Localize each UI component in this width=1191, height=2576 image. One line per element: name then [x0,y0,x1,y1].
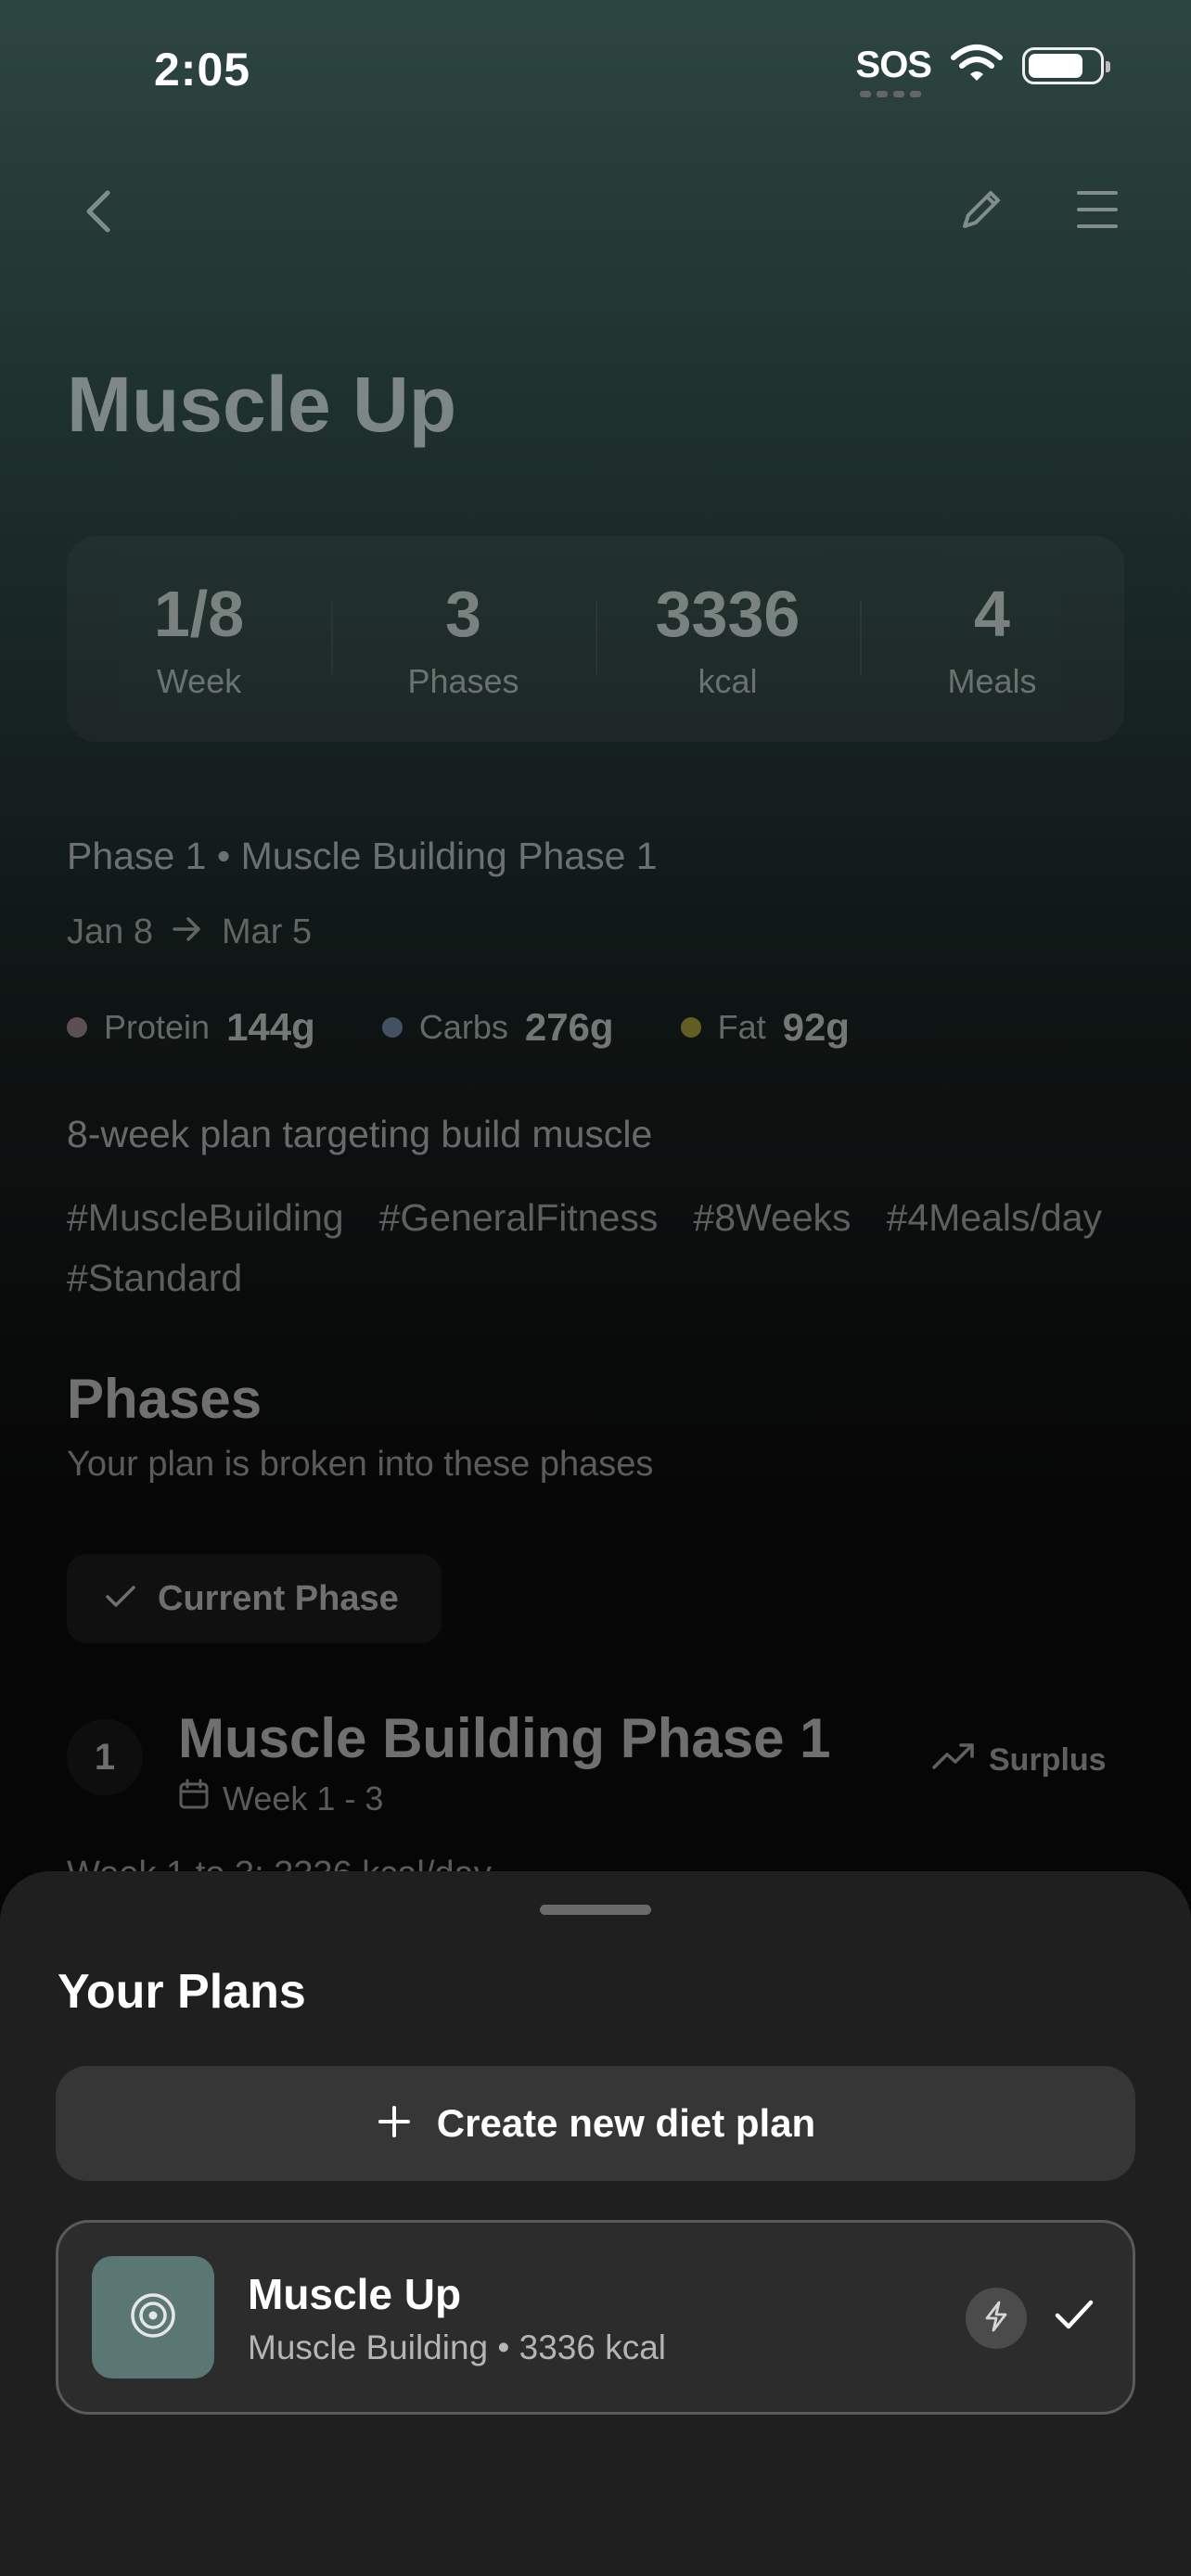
trending-up-icon [931,1741,976,1779]
plan-description: 8-week plan targeting build muscle [67,1113,653,1155]
target-icon [128,2290,178,2345]
activate-plan-button[interactable] [966,2288,1027,2349]
surplus-badge: Surplus [931,1741,1107,1779]
back-chevron-icon[interactable] [80,185,117,242]
stat-meals: 4 Meals [860,536,1124,742]
stat-value: 3 [445,578,481,650]
macro-label: Fat [717,1008,766,1046]
plan-card-subtitle: Muscle Building • 3336 kcal [248,2328,667,2366]
macro-value: 92g [782,1005,850,1049]
sheet-title: Your Plans [58,1965,306,2019]
plans-bottom-sheet: Your Plans Create new diet plan Muscle U… [0,1871,1191,2576]
start-date: Jan 8 [67,912,153,951]
phase-weeks: Week 1 - 3 [178,1779,383,1818]
create-plan-button[interactable]: Create new diet plan [56,2066,1135,2181]
surplus-label: Surplus [989,1742,1107,1778]
stat-label: Meals [947,662,1037,700]
macros-row: Protein 144g Carbs 276g Fat 92g [67,1005,850,1050]
plus-icon [376,2103,413,2145]
macro-fat: Fat 92g [680,1005,850,1050]
stats-card: 1/8 Week 3 Phases 3336 kcal 4 Meals [67,536,1124,742]
macro-value: 276g [524,1005,614,1049]
selected-check-icon [1053,2293,1095,2340]
macro-label: Protein [104,1008,211,1046]
app-screen: 2:05 SOS Muscle Up 1/8 Week 3 Phases 333… [0,0,1191,2576]
stat-label: Phases [407,662,519,700]
phase-number-badge: 1 [67,1719,143,1795]
tag: #8Weeks [693,1196,852,1239]
phase-weeks-label: Week 1 - 3 [223,1779,384,1817]
stat-label: Week [156,662,242,700]
tag: #Standard [67,1256,243,1299]
calendar-icon [178,1779,210,1818]
carbs-dot [381,1017,403,1038]
check-icon [104,1583,137,1615]
tag-list: #MuscleBuilding #GeneralFitness #8Weeks … [67,1196,1143,1300]
arrow-right-icon [172,912,203,952]
phase-name[interactable]: Muscle Building Phase 1 [178,1706,831,1770]
stat-value: 1/8 [153,578,245,650]
protein-dot [67,1017,87,1038]
tag: #MuscleBuilding [67,1196,344,1239]
stat-value: 4 [974,578,1010,650]
bolt-icon [981,2300,1011,2338]
edit-pencil-icon[interactable] [955,184,1007,240]
tag: #4Meals/day [886,1196,1103,1239]
plan-title: Muscle Up [67,361,457,448]
plan-card-name: Muscle Up [248,2270,462,2318]
macro-carbs: Carbs 276g [381,1005,614,1050]
plan-card[interactable]: Muscle Up Muscle Building • 3336 kcal [56,2220,1135,2415]
current-phase-label: Current Phase [158,1578,399,1618]
stat-value: 3336 [655,578,800,650]
date-range: Jan 8 Mar 5 [67,912,312,952]
menu-icon[interactable] [1076,189,1119,235]
plan-thumbnail [92,2256,214,2378]
end-date: Mar 5 [221,912,313,951]
phases-subheading: Your plan is broken into these phases [67,1445,654,1484]
stat-kcal: 3336 kcal [596,536,860,742]
phases-heading: Phases [67,1368,263,1430]
macro-value: 144g [226,1005,315,1049]
current-phase-line: Phase 1 • Muscle Building Phase 1 [67,835,658,877]
sheet-grabber[interactable] [540,1905,651,1915]
stat-label: kcal [698,662,758,700]
macro-protein: Protein 144g [67,1005,315,1050]
current-phase-chip: Current Phase [67,1554,442,1643]
tag: #GeneralFitness [378,1196,659,1239]
stat-phases: 3 Phases [331,536,596,742]
stat-week: 1/8 Week [67,536,331,742]
fat-dot [680,1017,701,1038]
macro-label: Carbs [418,1008,508,1046]
create-plan-label: Create new diet plan [436,2101,816,2145]
